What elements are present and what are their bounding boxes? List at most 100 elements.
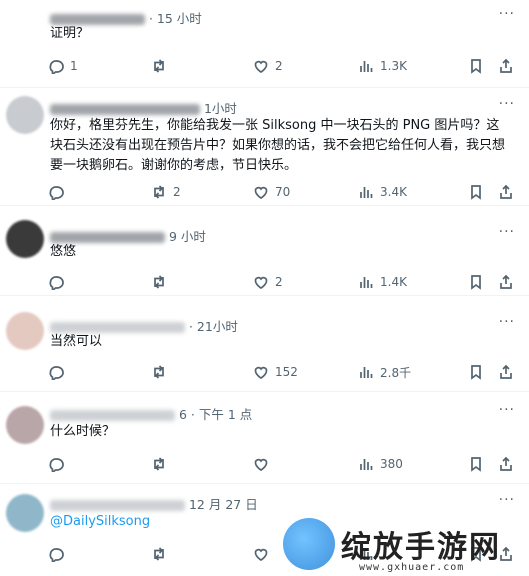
retweet-icon	[154, 59, 164, 73]
reply-button[interactable]	[48, 362, 70, 382]
share-icon	[500, 184, 512, 199]
share-button[interactable]	[498, 182, 514, 202]
octopus-logo-icon	[283, 518, 335, 570]
views-button[interactable]: 2.8千	[358, 362, 411, 382]
views-button[interactable]: 1.4K	[358, 272, 407, 292]
reply-button[interactable]	[48, 544, 70, 564]
retweet-icon	[154, 275, 164, 289]
share-icon	[500, 456, 512, 471]
avatar[interactable]	[6, 406, 44, 444]
more-icon[interactable]: ···	[499, 96, 515, 112]
heart-icon	[254, 276, 268, 289]
tweet-text: 当然可以	[50, 334, 103, 349]
tweet-actions: 2 70 3.4K	[48, 182, 515, 202]
like-count: 2	[275, 275, 283, 289]
more-icon[interactable]: ···	[499, 6, 515, 22]
retweet-button[interactable]	[151, 272, 173, 292]
like-button[interactable]: 152	[253, 362, 298, 382]
tweet[interactable]: · 21小时 ··· 当然可以 152 2.8千	[0, 296, 529, 392]
heart-icon	[254, 60, 268, 73]
tweet-actions: 1 2 1.3K	[48, 56, 515, 76]
watermark-text: 绽放手游网	[341, 530, 501, 565]
avatar[interactable]	[6, 312, 44, 350]
retweet-button[interactable]	[151, 544, 173, 564]
author-name-redacted	[50, 500, 185, 511]
more-icon[interactable]: ···	[499, 402, 515, 418]
tweet-timestamp[interactable]: 1小时	[204, 101, 237, 116]
share-icon	[500, 58, 512, 73]
reply-button[interactable]	[48, 454, 70, 474]
watermark-url: www.gxhuaer.com	[359, 562, 465, 573]
like-button[interactable]: 2	[253, 56, 283, 76]
tweet-header: 6 · 下午 1 点	[50, 404, 252, 423]
bookmark-icon	[471, 185, 481, 200]
bookmark-button[interactable]	[468, 56, 484, 76]
views-count: 1.3K	[380, 59, 407, 73]
tweet-timestamp[interactable]: 12 月 27 日	[189, 497, 258, 512]
views-chart-icon	[360, 61, 373, 72]
reply-button[interactable]	[48, 182, 70, 202]
retweet-button[interactable]: 2	[151, 182, 181, 202]
reply-icon	[49, 366, 64, 380]
views-count: 3.4K	[380, 185, 407, 199]
views-button[interactable]: 380	[358, 454, 403, 474]
tweet[interactable]: · 15 小时 ··· 证明？ 1 2 1.3K	[0, 0, 529, 88]
share-button[interactable]	[498, 56, 514, 76]
heart-icon	[254, 366, 268, 379]
retweet-button[interactable]	[151, 362, 173, 382]
reply-icon	[49, 186, 64, 200]
more-icon[interactable]: ···	[499, 314, 515, 330]
bookmark-icon	[471, 275, 481, 290]
like-button[interactable]	[253, 454, 275, 474]
avatar[interactable]	[6, 220, 44, 258]
tweet[interactable]: 1小时 ··· 你好，格里芬先生，你能给我发一张 Silksong 中一块石头的…	[0, 88, 529, 206]
reply-button[interactable]	[48, 272, 70, 292]
share-icon	[500, 364, 512, 379]
views-count: 2.8千	[380, 365, 412, 380]
like-count: 152	[275, 365, 298, 379]
views-chart-icon	[360, 277, 373, 288]
retweet-icon	[154, 365, 164, 379]
reply-count: 1	[70, 59, 78, 73]
bookmark-button[interactable]	[468, 272, 484, 292]
tweet-text: 证明？	[50, 26, 90, 41]
heart-icon	[254, 186, 268, 199]
bookmark-icon	[471, 59, 481, 74]
share-button[interactable]	[498, 362, 514, 382]
retweet-button[interactable]	[151, 56, 173, 76]
heart-icon	[254, 458, 268, 471]
retweet-button[interactable]	[151, 454, 173, 474]
avatar[interactable]	[6, 96, 44, 134]
like-count: 2	[275, 59, 283, 73]
like-button[interactable]: 70	[253, 182, 290, 202]
avatar[interactable]	[6, 494, 44, 532]
bookmark-icon	[471, 457, 481, 472]
tweet-text: 悠悠	[50, 244, 77, 259]
views-button[interactable]: 3.4K	[358, 182, 407, 202]
bookmark-button[interactable]	[468, 454, 484, 474]
tweet-actions: 2 1.4K	[48, 272, 515, 292]
tweet-timestamp[interactable]: 6 · 下午 1 点	[179, 407, 252, 422]
more-icon[interactable]: ···	[499, 492, 515, 508]
author-name-redacted	[50, 104, 200, 115]
like-button[interactable]: 2	[253, 272, 283, 292]
tweet[interactable]: 9 小时 ··· 悠悠 2 1.4K	[0, 206, 529, 296]
bookmark-button[interactable]	[468, 182, 484, 202]
views-count: 380	[380, 457, 403, 471]
share-button[interactable]	[498, 454, 514, 474]
retweet-count: 2	[173, 185, 181, 199]
views-chart-icon	[360, 187, 373, 198]
reply-button[interactable]: 1	[48, 56, 78, 76]
like-count: 70	[275, 185, 291, 199]
tweet-text: 你好，格里芬先生，你能给我发一张 Silksong 中一块石头的 PNG 图片吗…	[50, 118, 506, 173]
share-button[interactable]	[498, 272, 514, 292]
like-button[interactable]	[253, 544, 275, 564]
tweet-text: 什么时候？	[50, 424, 116, 439]
bookmark-icon	[471, 365, 481, 380]
views-count: 1.4K	[380, 275, 407, 289]
tweet[interactable]: 6 · 下午 1 点 ··· 什么时候？ 380	[0, 392, 529, 484]
retweet-icon	[154, 547, 164, 561]
bookmark-button[interactable]	[468, 362, 484, 382]
more-icon[interactable]: ···	[499, 224, 515, 240]
views-button[interactable]: 1.3K	[358, 56, 407, 76]
